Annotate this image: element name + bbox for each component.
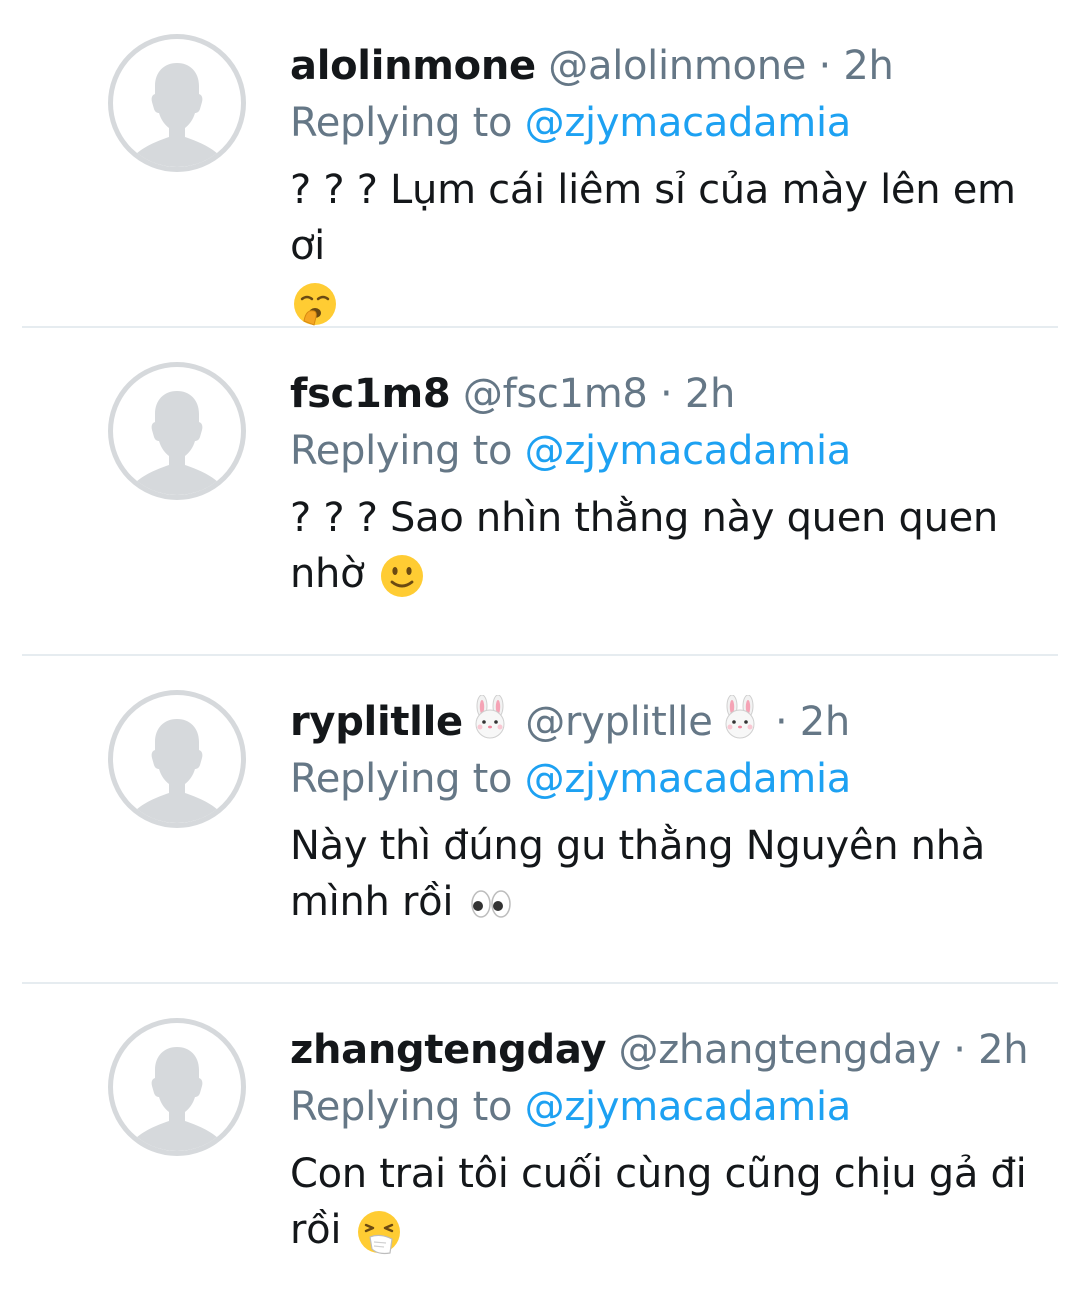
- slightly-smiling-face-icon: [377, 551, 427, 601]
- separator-dot: ·: [818, 43, 831, 89]
- default-profile-icon: [135, 63, 219, 167]
- yawning-face-icon: [290, 279, 340, 329]
- replies-feed: alolinmone @alolinmone · 2h Replying to …: [0, 0, 1080, 1301]
- reply-header: ryplitlle @ryplitlle · 2h: [290, 694, 1060, 750]
- replying-to-label: Replying to: [290, 756, 513, 802]
- default-profile-icon: [135, 1047, 219, 1151]
- timestamp[interactable]: 2h: [978, 1027, 1029, 1073]
- reply-header: alolinmone @alolinmone · 2h: [290, 38, 1060, 94]
- user-handle[interactable]: @fsc1m8: [463, 371, 648, 417]
- avatar[interactable]: [108, 1018, 246, 1156]
- timestamp[interactable]: 2h: [800, 699, 851, 745]
- reply-item[interactable]: fsc1m8 @fsc1m8 · 2h Replying to @zjymaca…: [0, 328, 1080, 656]
- reply-text: Con trai tôi cuối cùng cũng chịu gả đi r…: [290, 1146, 1060, 1258]
- timestamp[interactable]: 2h: [843, 43, 894, 89]
- reply-header: zhangtengday @zhangtengday · 2h: [290, 1022, 1060, 1078]
- reply-content: zhangtengday @zhangtengday · 2h Replying…: [290, 1022, 1060, 1258]
- avatar[interactable]: [108, 690, 246, 828]
- default-profile-icon: [135, 719, 219, 823]
- timestamp[interactable]: 2h: [685, 371, 736, 417]
- reply-content: ryplitlle @ryplitlle · 2h Replying to @z…: [290, 694, 1060, 930]
- reply-text-content: ? ? ? Lụm cái liêm sỉ của mày lên em ơi: [290, 167, 1016, 269]
- reply-header: fsc1m8 @fsc1m8 · 2h: [290, 366, 1060, 422]
- reply-content: fsc1m8 @fsc1m8 · 2h Replying to @zjymaca…: [290, 366, 1060, 602]
- user-handle[interactable]: @ryplitlle: [525, 699, 713, 745]
- rabbit-face-icon: [717, 695, 763, 741]
- replying-to-link[interactable]: @zjymacadamia: [525, 428, 852, 474]
- replying-to-label: Replying to: [290, 1084, 513, 1130]
- display-name[interactable]: alolinmone: [290, 43, 536, 89]
- eyes-icon: [466, 879, 516, 929]
- user-handle[interactable]: @zhangtengday: [619, 1027, 942, 1073]
- rabbit-face-icon: [467, 695, 513, 741]
- replying-to-label: Replying to: [290, 428, 513, 474]
- replying-to-link[interactable]: @zjymacadamia: [525, 756, 852, 802]
- display-name[interactable]: zhangtengday: [290, 1027, 606, 1073]
- reply-text: ? ? ? Lụm cái liêm sỉ của mày lên em ơi: [290, 162, 1060, 330]
- separator-dot: ·: [774, 699, 788, 745]
- reply-text: Này thì đúng gu thằng Nguyên nhà mình rồ…: [290, 818, 1060, 930]
- replying-to-link[interactable]: @zjymacadamia: [525, 100, 852, 146]
- separator-dot: ·: [660, 371, 673, 417]
- display-name[interactable]: ryplitlle: [290, 699, 463, 745]
- avatar[interactable]: [108, 34, 246, 172]
- replying-to-label: Replying to: [290, 100, 513, 146]
- reply-text-content: Này thì đúng gu thằng Nguyên nhà mình rồ…: [290, 823, 985, 925]
- reply-item[interactable]: alolinmone @alolinmone · 2h Replying to …: [0, 0, 1080, 328]
- reply-text: ? ? ? Sao nhìn thằng này quen quen nhờ: [290, 490, 1060, 602]
- replying-to-link[interactable]: @zjymacadamia: [525, 1084, 852, 1130]
- replying-to-line: Replying to @zjymacadamia: [290, 750, 1060, 808]
- reply-item[interactable]: zhangtengday @zhangtengday · 2h Replying…: [0, 984, 1080, 1312]
- avatar[interactable]: [108, 362, 246, 500]
- reply-item[interactable]: ryplitlle @ryplitlle · 2h Replying to @z…: [0, 656, 1080, 984]
- display-name[interactable]: fsc1m8: [290, 371, 451, 417]
- reply-content: alolinmone @alolinmone · 2h Replying to …: [290, 38, 1060, 330]
- replying-to-line: Replying to @zjymacadamia: [290, 1078, 1060, 1136]
- replying-to-line: Replying to @zjymacadamia: [290, 94, 1060, 152]
- sneezing-face-icon: [354, 1207, 404, 1257]
- default-profile-icon: [135, 391, 219, 495]
- replying-to-line: Replying to @zjymacadamia: [290, 422, 1060, 480]
- separator-dot: ·: [953, 1027, 966, 1073]
- user-handle[interactable]: @alolinmone: [548, 43, 806, 89]
